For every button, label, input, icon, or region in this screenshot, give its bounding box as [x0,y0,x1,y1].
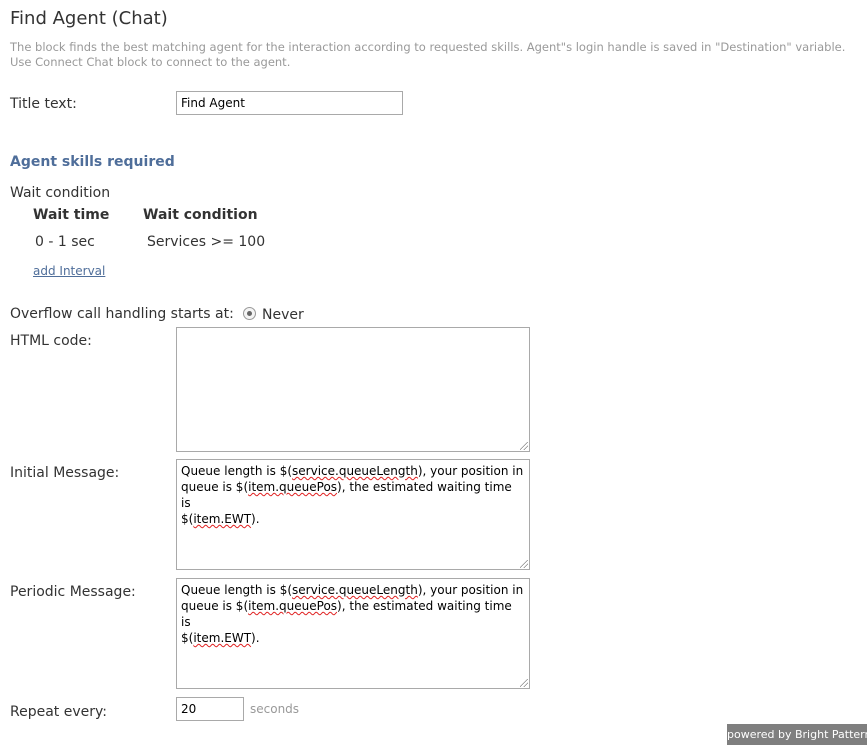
title-text-input[interactable] [176,91,403,115]
wait-time-column-header: Wait time [33,207,110,223]
message-line: queue is $(item.queuePos), the estimated… [181,599,512,629]
wait-condition-label: Wait condition [10,185,111,201]
message-line: Queue length is $(service.queueLength), … [181,464,524,478]
resize-grip-icon[interactable] [520,560,528,568]
never-option-label[interactable]: Never [262,307,304,323]
page-title: Find Agent (Chat) [10,8,168,29]
never-radio-button[interactable] [243,307,256,320]
powered-by-badge[interactable]: powered by Bright Pattern [727,724,867,745]
spellcheck-flagged-word: item.queuePos [248,480,338,494]
block-description: The block finds the best matching agent … [10,40,862,70]
repeat-interval-input[interactable] [176,697,244,721]
description-line-2: Use Connect Chat block to connect to the… [10,55,291,69]
message-line: $(item.EWT). [181,631,260,645]
html-code-textarea[interactable] [176,327,530,452]
agent-skills-heading[interactable]: Agent skills required [10,154,175,170]
spellcheck-flagged-word: item.EWT [193,512,252,526]
wait-condition-cell[interactable]: Services >= 100 [147,234,265,250]
spellcheck-flagged-word: item.queuePos [248,599,338,613]
add-interval-link[interactable]: add Interval [33,264,105,278]
resize-grip-icon[interactable] [520,442,528,450]
message-line: $(item.EWT). [181,512,260,526]
periodic-message-textarea[interactable]: Queue length is $(service.queueLength), … [176,578,530,689]
spellcheck-flagged-word: service.queueLength [292,464,418,478]
overflow-label: Overflow call handling starts at: [10,306,234,322]
message-line: queue is $(item.queuePos), the estimated… [181,480,512,510]
repeat-every-label: Repeat every: [10,704,107,720]
resize-grip-icon[interactable] [520,679,528,687]
initial-message-textarea[interactable]: Queue length is $(service.queueLength), … [176,459,530,570]
spellcheck-flagged-word: service.queueLength [292,583,418,597]
initial-message-label: Initial Message: [10,465,120,481]
html-code-label: HTML code: [10,333,92,349]
seconds-unit-label: seconds [250,702,300,716]
description-line-1: The block finds the best matching agent … [10,40,846,54]
periodic-message-label: Periodic Message: [10,584,136,600]
message-line: Queue length is $(service.queueLength), … [181,583,524,597]
wait-condition-column-header: Wait condition [143,207,258,223]
spellcheck-flagged-word: item.EWT [193,631,252,645]
wait-time-cell: 0 - 1 sec [35,234,95,250]
title-text-label: Title text: [10,96,77,112]
